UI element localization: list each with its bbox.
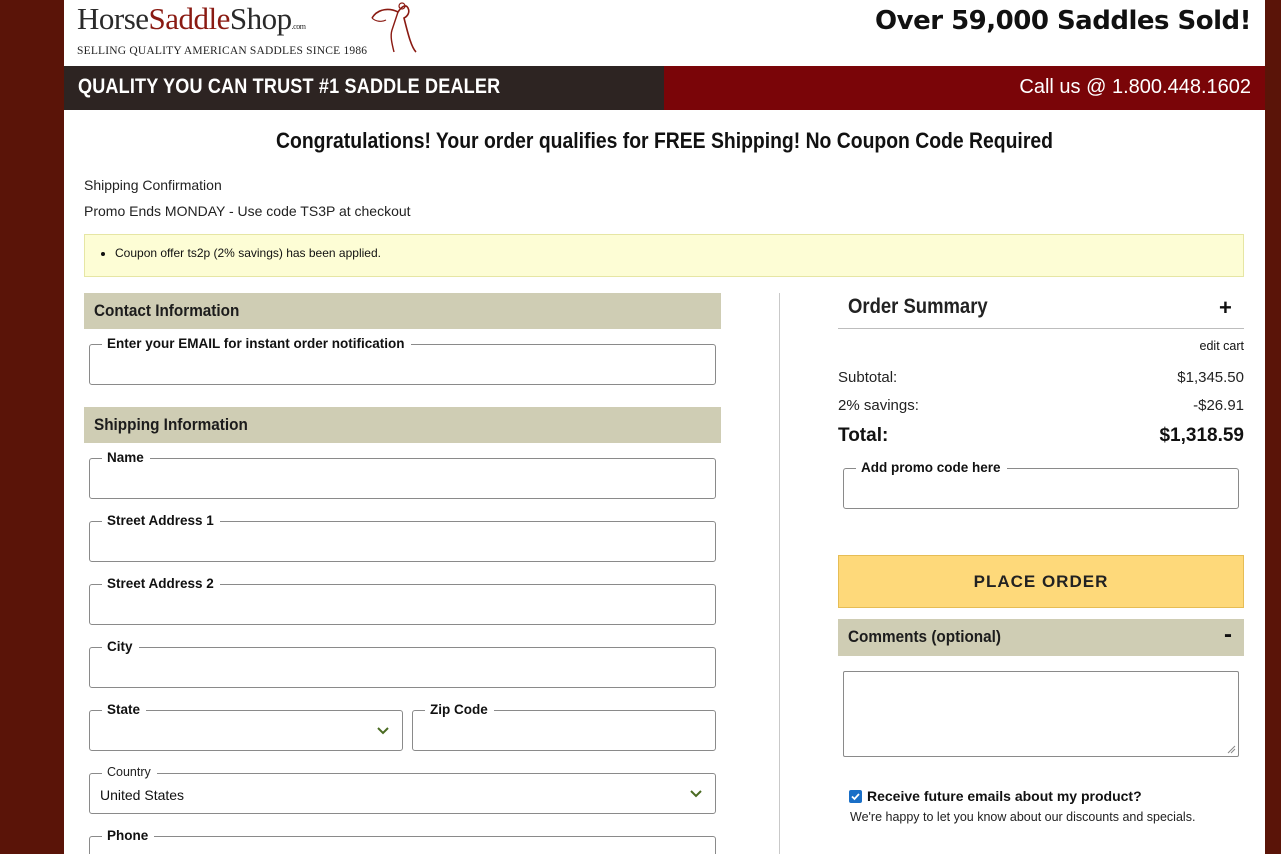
promo-code-label: Add promo code here xyxy=(856,460,1007,475)
zip-code-label: Zip Code xyxy=(425,702,494,717)
street-address-1-field[interactable]: Street Address 1 xyxy=(89,513,716,562)
state-label: State xyxy=(102,702,147,717)
order-summary-heading: Order Summary xyxy=(848,295,988,318)
checkout-page: HorseSaddleShop.com SELLING QUALITY AMER… xyxy=(64,0,1265,854)
logo-wordmark: HorseSaddleShop.com xyxy=(77,1,306,36)
site-logo[interactable]: HorseSaddleShop.com SELLING QUALITY AMER… xyxy=(77,1,368,58)
subtotal-value: $1,345.50 xyxy=(1177,369,1244,386)
saddles-sold-headline: Over 59,000 Saddles Sold! xyxy=(875,6,1251,36)
site-header: HorseSaddleShop.com SELLING QUALITY AMER… xyxy=(64,0,1265,66)
total-row: Total: $1,318.59 xyxy=(838,425,1244,447)
savings-row: 2% savings: -$26.91 xyxy=(838,397,1244,414)
comments-heading: Comments (optional) xyxy=(848,627,1001,646)
shipping-heading: Shipping Information xyxy=(94,415,248,434)
subtotal-row: Subtotal: $1,345.50 xyxy=(838,369,1244,386)
street-address-1-label: Street Address 1 xyxy=(102,513,220,528)
order-summary-rule xyxy=(838,328,1244,329)
country-label: Country xyxy=(102,765,157,779)
phone-field[interactable]: Phone xyxy=(89,828,716,854)
resize-handle-icon[interactable] xyxy=(1227,745,1236,754)
horse-rider-logo-icon xyxy=(371,2,417,53)
edit-cart-link[interactable]: edit cart xyxy=(1200,339,1244,353)
contact-heading: Contact Information xyxy=(94,301,240,320)
total-value: $1,318.59 xyxy=(1159,425,1244,446)
chevron-down-icon xyxy=(690,790,702,798)
zip-code-field[interactable]: Zip Code xyxy=(412,702,716,751)
promo-text: Promo Ends MONDAY - Use code TS3P at che… xyxy=(84,203,411,219)
shipping-confirmation-text: Shipping Confirmation xyxy=(84,177,222,193)
name-field[interactable]: Name xyxy=(89,450,716,499)
total-label: Total: xyxy=(838,425,889,446)
phone-link[interactable]: Call us @ 1.800.448.1602 xyxy=(1019,76,1251,99)
city-field[interactable]: City xyxy=(89,639,716,688)
contact-section-header: Contact Information xyxy=(84,293,721,329)
savings-label: 2% savings: xyxy=(838,397,919,414)
country-value: United States xyxy=(100,787,185,803)
phone-bar: Call us @ 1.800.448.1602 xyxy=(664,66,1265,110)
trust-slogan: QUALITY YOU CAN TRUST #1 SADDLE DEALER xyxy=(78,75,501,98)
header-bar: QUALITY YOU CAN TRUST #1 SADDLE DEALER C… xyxy=(64,66,1265,110)
comments-textarea[interactable] xyxy=(843,671,1239,757)
email-label: Enter your EMAIL for instant order notif… xyxy=(102,336,411,351)
place-order-label: PLACE ORDER xyxy=(973,572,1109,591)
savings-value: -$26.91 xyxy=(1193,397,1244,414)
state-select[interactable]: State xyxy=(89,702,403,751)
comments-toggle[interactable]: - xyxy=(1224,621,1232,649)
street-address-2-label: Street Address 2 xyxy=(102,576,220,591)
column-divider xyxy=(779,293,780,854)
free-shipping-banner: Congratulations! Your order qualifies fo… xyxy=(276,128,1053,153)
email-field[interactable]: Enter your EMAIL for instant order notif… xyxy=(89,336,716,385)
phone-label: Phone xyxy=(102,828,155,843)
coupon-notice: Coupon offer ts2p (2% savings) has been … xyxy=(84,234,1244,277)
comments-section-header[interactable]: Comments (optional) - xyxy=(838,619,1244,656)
country-select[interactable]: Country United States xyxy=(89,765,716,814)
coupon-notice-item: Coupon offer ts2p (2% savings) has been … xyxy=(115,246,381,260)
logo-tagline: SELLING QUALITY AMERICAN SADDLES SINCE 1… xyxy=(77,45,368,57)
newsletter-description: We're happy to let you know about our di… xyxy=(850,810,1196,824)
checkmark-icon xyxy=(851,793,860,801)
promo-code-field[interactable]: Add promo code here xyxy=(843,460,1239,509)
newsletter-checkbox[interactable] xyxy=(849,790,862,803)
name-label: Name xyxy=(102,450,150,465)
newsletter-label[interactable]: Receive future emails about my product? xyxy=(867,788,1142,804)
place-order-button[interactable]: PLACE ORDER xyxy=(838,555,1244,608)
subtotal-label: Subtotal: xyxy=(838,369,898,386)
city-label: City xyxy=(102,639,139,654)
street-address-2-field[interactable]: Street Address 2 xyxy=(89,576,716,625)
order-summary-toggle[interactable]: + xyxy=(1219,295,1232,321)
chevron-down-icon xyxy=(377,727,389,735)
shipping-section-header: Shipping Information xyxy=(84,407,721,443)
